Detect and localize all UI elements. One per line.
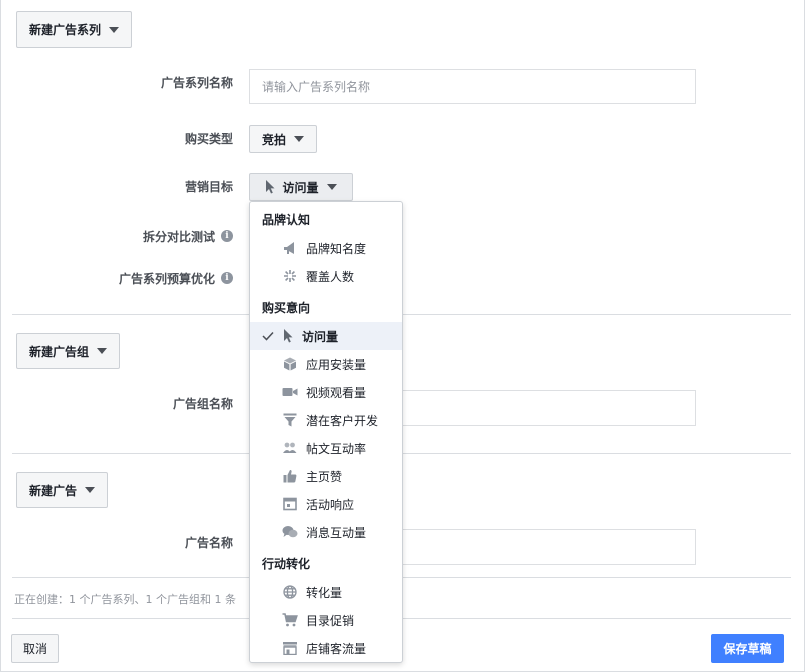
people-icon: [282, 440, 298, 456]
info-icon[interactable]: i: [221, 230, 233, 242]
new-campaign-button[interactable]: 新建广告系列: [16, 11, 132, 48]
thumbs-up-icon: [282, 468, 298, 484]
info-icon[interactable]: i: [221, 272, 233, 284]
new-adset-button[interactable]: 新建广告组: [16, 333, 120, 369]
chevron-down-icon: [85, 487, 95, 493]
save-draft-label: 保存草稿: [723, 642, 772, 656]
chat-bubbles-icon: [282, 524, 298, 540]
cart-icon: [282, 612, 298, 628]
new-campaign-label: 新建广告系列: [28, 23, 101, 37]
store-icon: [282, 640, 298, 656]
menu-item-store-traffic[interactable]: 店铺客流量: [250, 634, 402, 662]
buy-type-dropdown[interactable]: 竞拍: [249, 125, 317, 153]
cursor-icon: [265, 180, 275, 194]
budget-optimization-label: 广告系列预算优化 i: [119, 270, 233, 286]
campaign-name-placeholder: 请输入广告系列名称: [262, 80, 371, 94]
menu-item-app-installs[interactable]: 应用安装量: [250, 350, 402, 378]
checkmark-icon: [262, 331, 274, 341]
menu-section-brand-awareness: 品牌认知: [262, 213, 311, 227]
menu-section-conversion: 行动转化: [262, 557, 311, 571]
campaign-name-input[interactable]: 请输入广告系列名称: [249, 69, 696, 104]
menu-section-consideration: 购买意向: [262, 301, 311, 315]
chevron-down-icon: [326, 184, 337, 190]
menu-item-catalog-sales[interactable]: 目录促销: [250, 606, 402, 634]
chevron-down-icon: [97, 348, 107, 354]
calendar-icon: [282, 496, 298, 512]
ad-name-label: 广告名称: [184, 535, 233, 550]
objective-label: 营销目标: [184, 179, 233, 194]
objective-dropdown[interactable]: 访问量: [249, 173, 353, 201]
cancel-button[interactable]: 取消: [11, 634, 59, 663]
objective-value: 访问量: [282, 180, 319, 195]
menu-item-messages[interactable]: 消息互动量: [250, 518, 402, 546]
funnel-icon: [282, 412, 298, 428]
chevron-down-icon: [294, 136, 304, 142]
campaign-name-label: 广告系列名称: [160, 75, 233, 90]
new-ad-button[interactable]: 新建广告: [16, 472, 108, 508]
split-test-label: 拆分对比测试 i: [143, 228, 233, 244]
new-ad-label: 新建广告: [28, 483, 77, 498]
menu-item-lead-generation[interactable]: 潜在客户开发: [250, 406, 402, 434]
megaphone-icon: [282, 240, 298, 256]
menu-item-engagement[interactable]: 帖文互动率: [250, 434, 402, 462]
menu-item-page-likes[interactable]: 主页赞: [250, 462, 402, 490]
menu-item-conversions[interactable]: 转化量: [250, 578, 402, 606]
new-adset-label: 新建广告组: [28, 344, 89, 359]
menu-item-reach[interactable]: 覆盖人数: [250, 262, 402, 290]
globe-icon: [282, 584, 298, 600]
menu-item-event-responses[interactable]: 活动响应: [250, 490, 402, 518]
reach-icon: [282, 268, 298, 284]
menu-item-brand-awareness[interactable]: 品牌知名度: [250, 234, 402, 262]
buy-type-label: 购买类型: [184, 131, 233, 146]
cancel-label: 取消: [22, 642, 47, 656]
creation-summary: 正在创建：1 个广告系列、1 个广告组和 1 条: [14, 593, 236, 606]
save-draft-button[interactable]: 保存草稿: [711, 634, 784, 663]
chevron-down-icon: [109, 26, 119, 33]
menu-item-traffic[interactable]: 访问量: [250, 322, 402, 350]
cursor-icon: [280, 328, 296, 344]
video-camera-icon: [282, 384, 298, 400]
buy-type-value: 竞拍: [261, 132, 286, 147]
menu-item-video-views[interactable]: 视频观看量: [250, 378, 402, 406]
box-icon: [282, 356, 298, 372]
objective-menu: 品牌认知 品牌知名度 覆盖人数 购买意向 访问量 应用安装量 视频观看量 潜在客…: [249, 201, 403, 663]
adset-name-label: 广告组名称: [172, 396, 233, 411]
